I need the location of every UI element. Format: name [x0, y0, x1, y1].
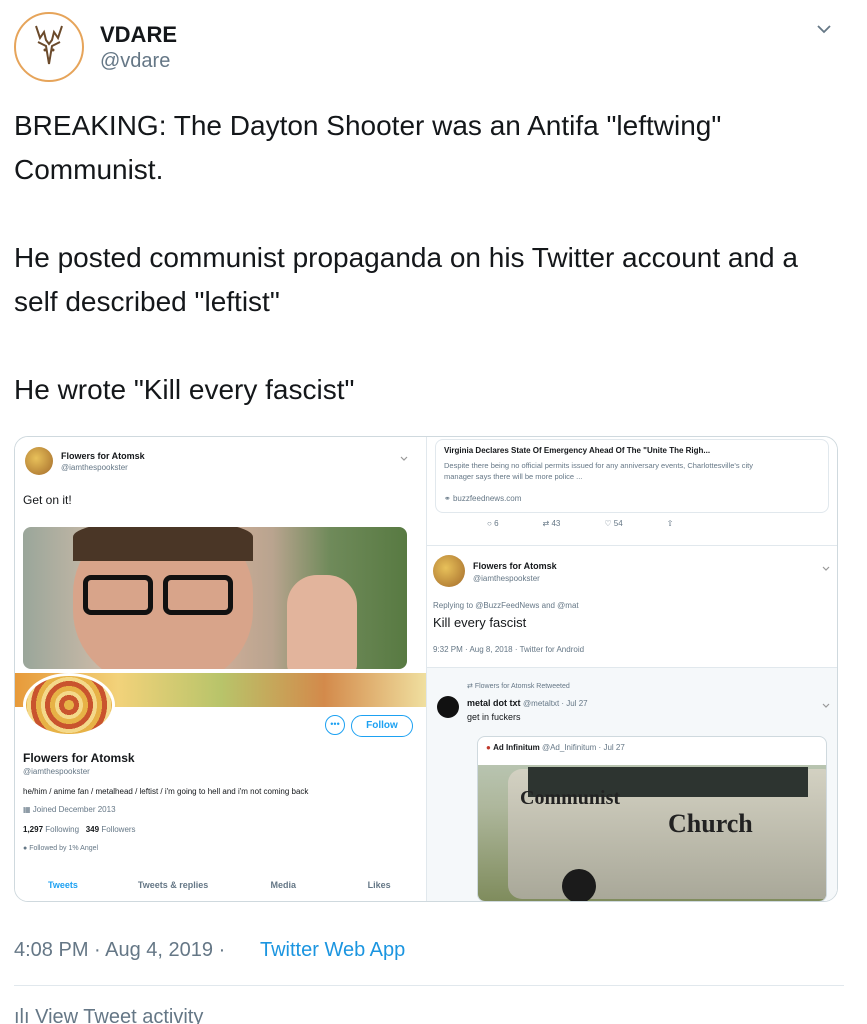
- avatar: [25, 447, 53, 475]
- replying-to: Replying to @BuzzFeedNews and @mat: [433, 601, 579, 610]
- link-description: Despite there being no official permits …: [444, 461, 753, 481]
- quote-author: ● Ad Infinitum @Ad_Inifinitum · Jul 27: [486, 743, 625, 752]
- right-screenshot: Virginia Declares State Of Emergency Ahe…: [427, 437, 837, 901]
- calendar-icon: ▦: [23, 805, 31, 814]
- tab-tweets: Tweets: [47, 880, 78, 890]
- reply-icon: ○ 6: [487, 519, 499, 528]
- tweet-media-image[interactable]: Flowers for Atomsk @iamthespookster Get …: [14, 436, 838, 902]
- chevron-down-icon: [821, 561, 831, 579]
- chevron-down-icon[interactable]: [815, 20, 833, 38]
- tweet-actions: ○ 6 ⇄ 43 ♡ 54 ⇧: [487, 519, 673, 528]
- bar-chart-icon: ılı: [14, 1006, 30, 1024]
- retweet-block: ⇄ Flowers for Atomsk Retweeted metal dot…: [427, 667, 837, 901]
- tweet-author-name: Flowers for Atomsk: [61, 451, 145, 461]
- deer-logo-icon: [35, 25, 63, 65]
- profile-name: Flowers for Atomsk: [23, 751, 135, 765]
- tab-media: Media: [270, 880, 297, 890]
- chevron-down-icon: [821, 698, 831, 716]
- van-text: Communist: [520, 787, 621, 809]
- link-icon: ⚭: [444, 494, 451, 503]
- retweet-label: ⇄ Flowers for Atomsk Retweeted: [467, 683, 570, 690]
- tweet-author-handle: @iamthespookster: [61, 463, 128, 472]
- link-card: Virginia Declares State Of Emergency Ahe…: [435, 439, 829, 513]
- avatar: [437, 696, 459, 718]
- more-options-icon: •••: [325, 715, 345, 735]
- profile-joined: ▦ Joined December 2013: [23, 805, 116, 814]
- retweet-text: get in fuckers: [467, 712, 521, 722]
- reply-meta: 9:32 PM · Aug 8, 2018 · Twitter for Andr…: [433, 645, 585, 654]
- left-screenshot: Flowers for Atomsk @iamthespookster Get …: [15, 437, 427, 901]
- link-title: Virginia Declares State Of Emergency Ahe…: [444, 446, 711, 455]
- tweet-timestamp[interactable]: 4:08 PM · Aug 4, 2019 ·: [14, 939, 225, 962]
- profile-stats: 1,297 Following 349 Followers: [23, 825, 136, 834]
- chevron-down-icon: [399, 451, 409, 469]
- reply-author-handle: @iamthespookster: [473, 574, 540, 583]
- tab-tweets-replies: Tweets & replies: [137, 880, 209, 890]
- account-avatar[interactable]: [14, 12, 84, 82]
- like-icon: ♡ 54: [604, 519, 623, 528]
- selfie-photo: [23, 527, 407, 669]
- divider: [14, 985, 844, 986]
- retweet-icon: ⇄ 43: [542, 519, 561, 528]
- avatar-icon: ●: [23, 845, 28, 852]
- followed-by: ● Followed by 1% Angel: [23, 845, 99, 852]
- profile-tabs: Tweets Tweets & replies Media Likes: [15, 873, 426, 899]
- reply-author-name: Flowers for Atomsk: [473, 561, 557, 571]
- profile-bio: he/him / anime fan / metalhead / leftist…: [23, 787, 309, 796]
- tweet-source-link[interactable]: Twitter Web App: [260, 939, 405, 962]
- view-tweet-activity[interactable]: ılı View Tweet activity: [14, 1006, 203, 1024]
- van-text: Church: [668, 809, 753, 838]
- follow-button: Follow: [351, 715, 413, 737]
- avatar-icon: ●: [486, 743, 491, 752]
- van-photo: Communist Church: [478, 765, 826, 901]
- quoted-tweet: ● Ad Infinitum @Ad_Inifinitum · Jul 27 C…: [477, 736, 827, 901]
- retweet-author: metal dot txt @metaltxt · Jul 27: [467, 698, 588, 708]
- link-domain: ⚭ buzzfeednews.com: [444, 494, 522, 503]
- account-handle[interactable]: @vdare: [100, 50, 170, 73]
- tweet-text: BREAKING: The Dayton Shooter was an Anti…: [14, 110, 798, 405]
- avatar: [433, 555, 465, 587]
- profile-handle: @iamthespookster: [23, 767, 90, 776]
- tweet-text: Get on it!: [23, 493, 72, 507]
- profile-avatar: [23, 673, 115, 737]
- share-icon: ⇧: [666, 519, 674, 528]
- reply-text: Kill every fascist: [433, 615, 527, 630]
- tab-likes: Likes: [367, 880, 391, 890]
- retweet-icon: ⇄: [467, 683, 473, 690]
- account-name[interactable]: VDARE: [100, 22, 177, 48]
